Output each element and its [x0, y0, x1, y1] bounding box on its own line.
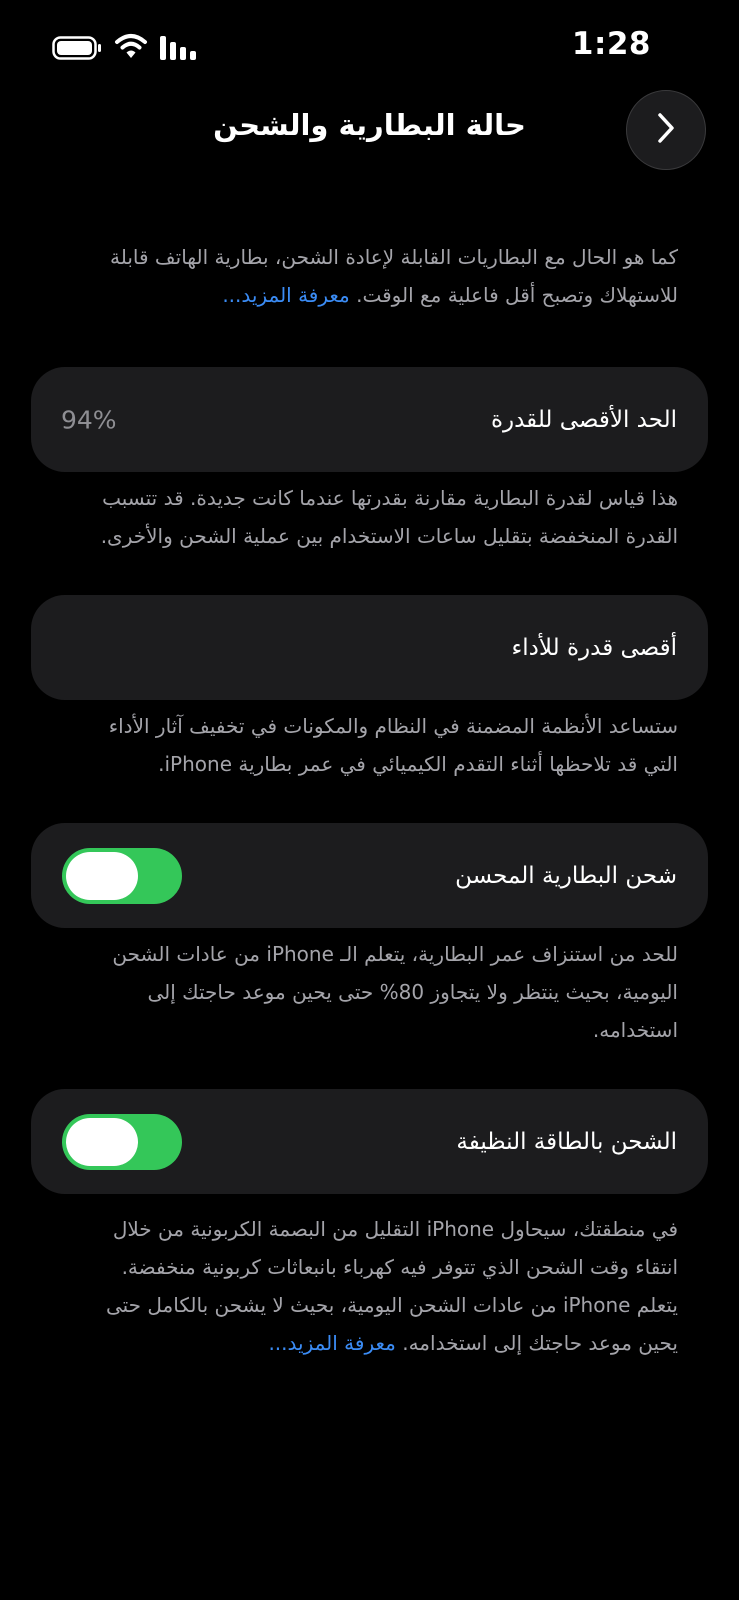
description-line: انتقاء وقت الشحن الذي تتوفر فيه كهرباء ب…: [121, 1255, 678, 1279]
optimized-charging-description: للحد من استنزاف عمر البطارية، يتعلم الـ …: [60, 935, 678, 1049]
max-capacity-row: الحد الأقصى للقدرة 94%: [31, 367, 708, 472]
intro-text: للاستهلاك وتصبح أقل فاعلية مع الوقت.: [356, 283, 678, 307]
description-line: استخدامه.: [592, 1018, 678, 1042]
learn-more-link[interactable]: معرفة المزيد...: [222, 283, 349, 307]
battery-icon: [52, 36, 102, 64]
intro-line: كما هو الحال مع البطاريات القابلة لإعادة…: [110, 245, 678, 269]
peak-performance-label: أقصى قدرة للأداء: [511, 634, 677, 661]
toggle-knob: [66, 851, 138, 900]
description-line: التي قد تلاحظها أثناء التقدم الكيميائي ف…: [158, 752, 678, 776]
peak-performance-row: أقصى قدرة للأداء: [31, 595, 708, 700]
clean-energy-toggle[interactable]: [62, 1113, 182, 1170]
description-line: في منطقتك، سيحاول iPhone التقليل من البص…: [112, 1217, 678, 1241]
description-line: القدرة المنخفضة بتقليل ساعات الاستخدام ب…: [100, 524, 678, 548]
back-button[interactable]: [626, 90, 706, 170]
optimized-charging-row: شحن البطارية المحسن: [31, 823, 708, 928]
learn-more-link[interactable]: معرفة المزيد...: [268, 1331, 395, 1355]
max-capacity-label: الحد الأقصى للقدرة: [490, 406, 677, 433]
max-capacity-description: هذا قياس لقدرة البطارية مقارنة بقدرتها ع…: [60, 479, 678, 555]
description-line: يحين موعد حاجتك إلى استخدامه. معرفة المز…: [60, 1324, 678, 1362]
clean-energy-label: الشحن بالطاقة النظيفة: [456, 1128, 677, 1155]
wifi-icon: [114, 32, 148, 64]
intro-description: كما هو الحال مع البطاريات القابلة لإعادة…: [60, 238, 678, 314]
clean-energy-row: الشحن بالطاقة النظيفة: [31, 1089, 708, 1194]
status-time: 1:28: [571, 26, 651, 62]
intro-line: للاستهلاك وتصبح أقل فاعلية مع الوقت. معر…: [60, 276, 678, 314]
clean-energy-description: في منطقتك، سيحاول iPhone التقليل من البص…: [60, 1210, 678, 1362]
status-bar: 1:28: [0, 0, 739, 90]
description-text: يحين موعد حاجتك إلى استخدامه.: [402, 1331, 678, 1355]
description-line: هذا قياس لقدرة البطارية مقارنة بقدرتها ع…: [102, 486, 678, 510]
chevron-right-icon: [656, 112, 676, 148]
max-capacity-value: 94%: [61, 405, 117, 434]
optimized-charging-label: شحن البطارية المحسن: [455, 862, 677, 889]
description-line: للحد من استنزاف عمر البطارية، يتعلم الـ …: [112, 942, 678, 966]
peak-performance-description: ستساعد الأنظمة المضمنة في النظام والمكون…: [60, 707, 678, 783]
description-line: اليومية، بحيث ينتظر ولا يتجاوز 80% حتى ي…: [147, 980, 678, 1004]
description-line: ستساعد الأنظمة المضمنة في النظام والمكون…: [108, 714, 678, 738]
optimized-charging-toggle[interactable]: [62, 847, 182, 904]
cellular-signal-icon: [160, 36, 200, 64]
description-line: يتعلم iPhone من عادات الشحن اليومية، بحي…: [105, 1293, 678, 1317]
toggle-knob: [66, 1117, 138, 1166]
